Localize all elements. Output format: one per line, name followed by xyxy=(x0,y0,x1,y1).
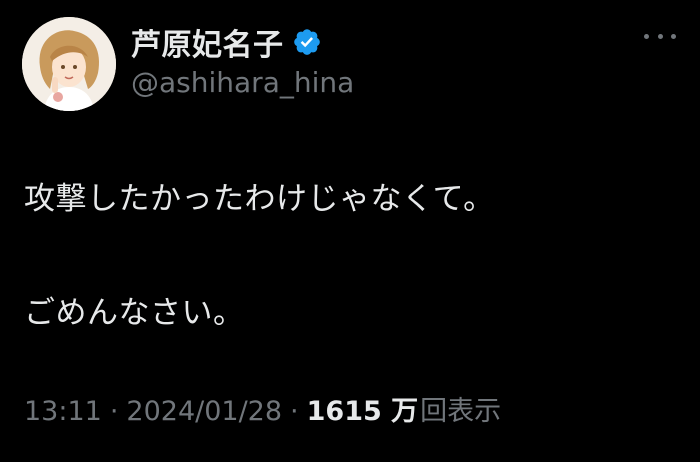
author-name-row: 芦原妃名子 xyxy=(131,20,322,64)
tweet-meta: 13:11 · 2024/01/28 · 1615 万 回表示 xyxy=(24,389,501,428)
tweet-date[interactable]: 2024/01/28 xyxy=(126,396,282,427)
more-dot xyxy=(671,33,676,39)
verified-badge-icon[interactable] xyxy=(292,27,322,57)
avatar-illustration xyxy=(22,17,116,111)
views-count[interactable]: 1615 万 xyxy=(307,389,419,428)
author-handle[interactable]: @ashihara_hina xyxy=(131,66,354,99)
meta-separator: · xyxy=(109,396,119,427)
tweet-text-line-2: ごめんなさい。 xyxy=(24,295,245,331)
more-dot xyxy=(657,33,663,39)
tweet-card: 芦原妃名子 @ashihara_hina 攻撃したかったわけじゃなくて。 ごめん… xyxy=(0,0,700,462)
meta-separator: · xyxy=(290,396,299,427)
tweet-time[interactable]: 13:11 xyxy=(24,396,102,427)
author-display-name[interactable]: 芦原妃名子 xyxy=(131,20,284,64)
tweet-text-line-1: 攻撃したかったわけじゃなくて。 xyxy=(24,181,495,217)
more-dot xyxy=(644,33,649,39)
avatar[interactable] xyxy=(22,17,116,111)
views-label[interactable]: 回表示 xyxy=(420,389,501,428)
more-horizontal-icon[interactable] xyxy=(644,28,676,44)
